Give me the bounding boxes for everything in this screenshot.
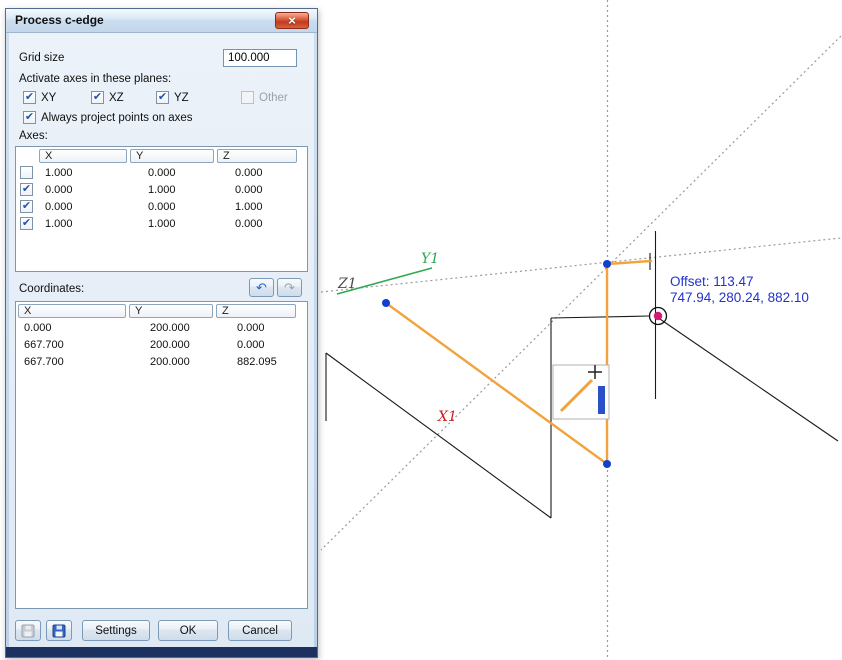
line-cursor-icon <box>553 365 609 419</box>
check-icon: ✔ <box>25 112 34 123</box>
axes-cell: 0.000 <box>222 167 263 179</box>
axes-cell: 1.000 <box>35 167 135 179</box>
row-checkbox[interactable]: ✔ <box>20 217 33 230</box>
axes-cell: 0.000 <box>135 167 222 179</box>
row-checkbox[interactable]: ✔ <box>20 200 33 213</box>
axes-cell: 1.000 <box>135 184 222 196</box>
axes-cell: 0.000 <box>222 218 263 230</box>
axes-cell: 0.000 <box>35 201 135 213</box>
offset-tooltip-line2: 747.94, 280.24, 882.10 <box>670 290 809 305</box>
coord-cell: 667.700 <box>16 356 137 368</box>
offset-tooltip-line1: Offset: 113.47 <box>670 274 754 289</box>
cancel-button[interactable]: Cancel <box>228 620 292 641</box>
coordinate-row[interactable]: 667.700 200.000 0.000 <box>16 336 307 353</box>
coordinates-label: Coordinates: <box>19 283 84 295</box>
axes-row[interactable]: 1.000 0.000 0.000 <box>16 164 307 181</box>
ok-button[interactable]: OK <box>158 620 218 641</box>
coord-column-y[interactable]: Y <box>129 304 213 318</box>
disk-gray-icon <box>21 624 35 638</box>
coord-cell: 0.000 <box>16 322 137 334</box>
z-axis-label: Z1 <box>337 276 357 292</box>
vertex-point[interactable] <box>603 260 611 268</box>
dialog-titlebar[interactable]: Process c-edge × <box>6 9 317 33</box>
check-icon: ✔ <box>22 184 31 195</box>
undo-icon: ↶ <box>256 281 267 294</box>
snap-point[interactable] <box>654 312 662 320</box>
construction-line-horizontal <box>321 238 841 292</box>
axes-table-header: X Y Z <box>16 147 307 164</box>
disk-blue-icon <box>52 624 66 638</box>
load-button[interactable] <box>15 620 41 641</box>
row-checkbox[interactable] <box>20 166 33 179</box>
process-c-edge-dialog: Process c-edge × Grid size Activate axes… <box>5 8 318 658</box>
coordinates-table-header: X Y Z <box>16 302 307 319</box>
axes-column-y[interactable]: Y <box>130 149 214 163</box>
coord-cell: 200.000 <box>137 356 224 368</box>
axes-column-x[interactable]: X <box>39 149 127 163</box>
coord-column-x[interactable]: X <box>18 304 126 318</box>
redo-button[interactable]: ↷ <box>277 278 302 297</box>
checkbox-xy[interactable]: ✔ XY <box>23 91 56 104</box>
checkbox-yz-box: ✔ <box>156 91 169 104</box>
coord-column-z[interactable]: Z <box>216 304 296 318</box>
axes-table: X Y Z 1.000 0.000 0.000 ✔ 0.000 1.000 0.… <box>15 146 308 272</box>
check-icon: ✔ <box>158 92 167 103</box>
undo-button[interactable]: ↶ <box>249 278 274 297</box>
checkbox-project-points[interactable]: ✔ Always project points on axes <box>23 111 193 124</box>
checkbox-xy-label: XY <box>41 92 56 104</box>
grid-size-label: Grid size <box>19 52 64 64</box>
checkbox-other-box <box>241 91 254 104</box>
planes-label: Activate axes in these planes: <box>19 73 171 85</box>
checkbox-project-label: Always project points on axes <box>41 112 193 124</box>
settings-button[interactable]: Settings <box>82 620 150 641</box>
axes-cell: 0.000 <box>35 184 135 196</box>
checkbox-other: Other <box>241 91 288 104</box>
y-axis-label: Y1 <box>421 251 439 267</box>
coordinate-row[interactable]: 667.700 200.000 882.095 <box>16 353 307 370</box>
check-icon: ✔ <box>25 92 34 103</box>
x-axis-label: X1 <box>437 409 457 425</box>
axes-cell: 1.000 <box>135 218 222 230</box>
checkbox-yz[interactable]: ✔ YZ <box>156 91 189 104</box>
checkbox-xz-box: ✔ <box>91 91 104 104</box>
axes-row[interactable]: ✔ 0.000 1.000 0.000 <box>16 181 307 198</box>
checkbox-xz-label: XZ <box>109 92 124 104</box>
axes-cell: 0.000 <box>222 184 263 196</box>
coordinates-table: X Y Z 0.000 200.000 0.000 667.700 200.00… <box>15 301 308 609</box>
save-button[interactable] <box>46 620 72 641</box>
check-icon: ✔ <box>22 201 31 212</box>
close-button[interactable]: × <box>275 12 309 29</box>
axes-column-z[interactable]: Z <box>217 149 297 163</box>
check-icon: ✔ <box>93 92 102 103</box>
coord-cell: 0.000 <box>224 339 265 351</box>
vertex-point[interactable] <box>603 460 611 468</box>
axes-row[interactable]: ✔ 0.000 0.000 1.000 <box>16 198 307 215</box>
coord-cell: 882.095 <box>224 356 277 368</box>
axes-label: Axes: <box>19 130 48 142</box>
axes-cell: 1.000 <box>222 201 263 213</box>
header-spacer <box>18 149 36 163</box>
coordinate-row[interactable]: 0.000 200.000 0.000 <box>16 319 307 336</box>
coord-cell: 0.000 <box>224 322 265 334</box>
coord-cell: 667.700 <box>16 339 137 351</box>
row-checkbox[interactable]: ✔ <box>20 183 33 196</box>
check-icon: ✔ <box>22 218 31 229</box>
axes-row[interactable]: ✔ 1.000 1.000 0.000 <box>16 215 307 232</box>
coord-cell: 200.000 <box>137 339 224 351</box>
dialog-title: Process c-edge <box>15 13 104 27</box>
checkbox-project-box: ✔ <box>23 111 36 124</box>
checkbox-xy-box: ✔ <box>23 91 36 104</box>
checkbox-yz-label: YZ <box>174 92 189 104</box>
redo-icon: ↷ <box>284 281 295 294</box>
highlighted-edges[interactable] <box>386 261 651 464</box>
grid-size-input[interactable] <box>223 49 297 67</box>
axes-cell: 0.000 <box>135 201 222 213</box>
axes-cell: 1.000 <box>35 218 135 230</box>
window-bottom-frame <box>6 647 317 657</box>
close-icon: × <box>288 13 296 28</box>
checkbox-xz[interactable]: ✔ XZ <box>91 91 124 104</box>
coord-cell: 200.000 <box>137 322 224 334</box>
vertex-point[interactable] <box>382 299 390 307</box>
checkbox-other-label: Other <box>259 92 288 104</box>
